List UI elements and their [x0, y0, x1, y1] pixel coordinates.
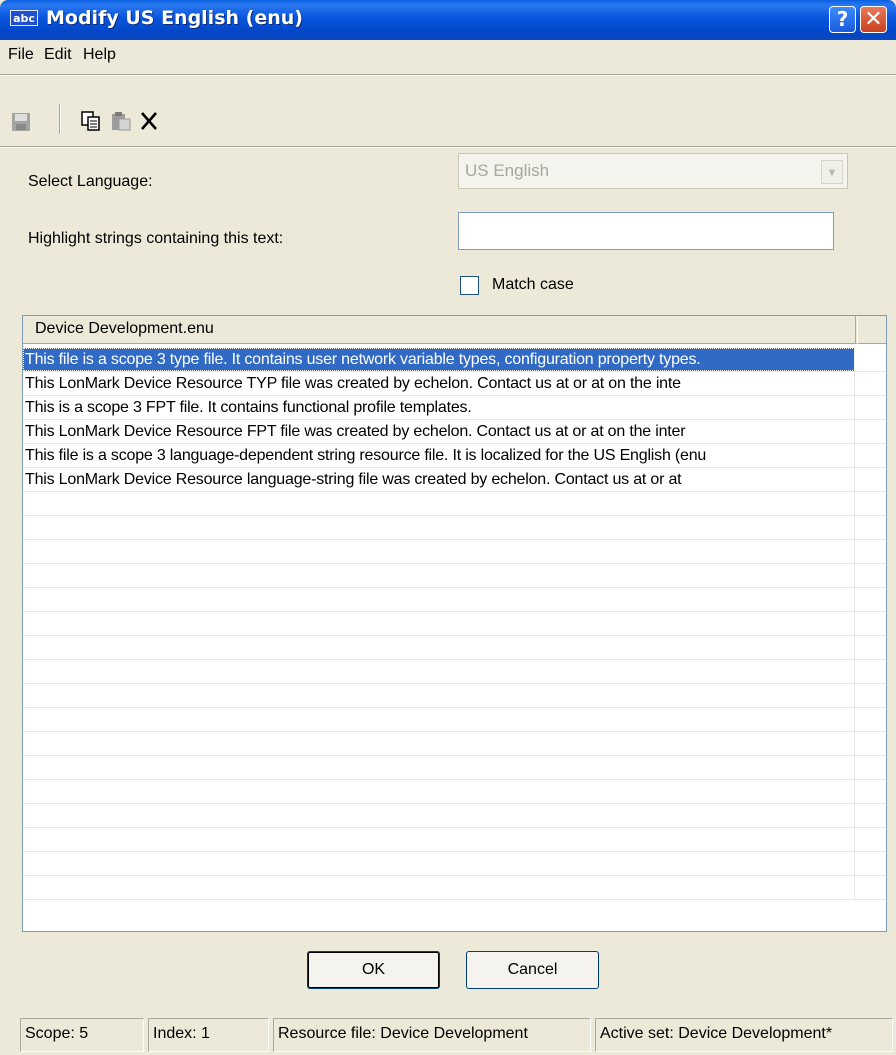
- list-cell: [23, 828, 855, 851]
- select-language-label: Select Language:: [28, 173, 153, 190]
- copy-icon[interactable]: [80, 110, 102, 132]
- language-select-value: US English: [465, 161, 550, 180]
- list-row[interactable]: [23, 660, 886, 684]
- list-row[interactable]: [23, 540, 886, 564]
- list-row[interactable]: [23, 684, 886, 708]
- list-row[interactable]: This is a scope 3 FPT file. It contains …: [23, 396, 886, 420]
- menu-bar: File Edit Help: [0, 40, 896, 74]
- list-rows: This file is a scope 3 type file. It con…: [23, 348, 886, 900]
- match-case-label: Match case: [492, 276, 574, 293]
- list-cell: [23, 540, 855, 563]
- list-row[interactable]: This file is a scope 3 type file. It con…: [23, 348, 886, 372]
- list-row[interactable]: [23, 612, 886, 636]
- list-row[interactable]: [23, 756, 886, 780]
- list-cell: [23, 780, 855, 803]
- abc-icon: abc: [10, 10, 38, 26]
- status-active-set: Active set: Device Development*: [595, 1018, 893, 1052]
- list-row[interactable]: [23, 732, 886, 756]
- list-cell: [23, 492, 855, 515]
- list-cell: This LonMark Device Resource TYP file wa…: [23, 372, 855, 395]
- list-row[interactable]: [23, 636, 886, 660]
- menu-help[interactable]: Help: [83, 46, 116, 64]
- status-bar: Scope: 5 Index: 1 Resource file: Device …: [0, 1010, 896, 1055]
- list-cell: [23, 636, 855, 659]
- list-row[interactable]: [23, 492, 886, 516]
- list-cell: [23, 732, 855, 755]
- list-cell: [23, 852, 855, 875]
- status-index: Index: 1: [148, 1018, 269, 1052]
- title-bar[interactable]: abc Modify US English (enu) ? ✕: [0, 0, 896, 40]
- list-row[interactable]: [23, 852, 886, 876]
- language-select[interactable]: US English ▼: [458, 153, 848, 189]
- list-cell: [23, 564, 855, 587]
- list-row[interactable]: [23, 516, 886, 540]
- column-header-device-development[interactable]: Device Development.enu: [23, 316, 856, 344]
- list-cell: [23, 684, 855, 707]
- list-cell: [23, 516, 855, 539]
- menu-edit[interactable]: Edit: [44, 46, 72, 64]
- string-list[interactable]: Device Development.enu This file is a sc…: [22, 315, 887, 932]
- cancel-button[interactable]: Cancel: [466, 951, 599, 989]
- delete-icon[interactable]: [138, 110, 160, 132]
- list-row[interactable]: [23, 876, 886, 900]
- dialog-window: abc Modify US English (enu) ? ✕ File Edi…: [0, 0, 896, 1055]
- list-row[interactable]: This LonMark Device Resource TYP file wa…: [23, 372, 886, 396]
- status-resource-file: Resource file: Device Development: [273, 1018, 591, 1052]
- list-cell: [23, 612, 855, 635]
- close-button[interactable]: ✕: [860, 6, 887, 33]
- list-cell: [23, 660, 855, 683]
- toolbar-divider: [0, 146, 896, 148]
- list-cell: This LonMark Device Resource FPT file wa…: [23, 420, 855, 443]
- list-cell: [23, 588, 855, 611]
- ok-button[interactable]: OK: [307, 951, 440, 989]
- toolbar-separator: [59, 104, 61, 134]
- list-row[interactable]: [23, 804, 886, 828]
- list-row[interactable]: [23, 708, 886, 732]
- list-cell: This file is a scope 3 language-dependen…: [23, 444, 855, 467]
- window-title: Modify US English (enu): [46, 7, 303, 29]
- list-cell: This LonMark Device Resource language-st…: [23, 468, 855, 491]
- list-cell: [23, 708, 855, 731]
- status-scope: Scope: 5: [20, 1018, 144, 1052]
- list-row[interactable]: This file is a scope 3 language-dependen…: [23, 444, 886, 468]
- paste-icon[interactable]: [110, 110, 132, 132]
- list-cell: This file is a scope 3 type file. It con…: [23, 348, 855, 371]
- chevron-down-icon[interactable]: ▼: [821, 160, 843, 184]
- match-case-checkbox[interactable]: [460, 276, 479, 295]
- list-row[interactable]: This LonMark Device Resource FPT file wa…: [23, 420, 886, 444]
- column-header-empty[interactable]: [857, 316, 886, 344]
- highlight-label: Highlight strings containing this text:: [28, 230, 284, 247]
- list-cell: [23, 876, 855, 899]
- highlight-text-input[interactable]: [458, 212, 834, 250]
- list-row[interactable]: [23, 564, 886, 588]
- list-row[interactable]: [23, 780, 886, 804]
- list-cell: [23, 756, 855, 779]
- list-row[interactable]: [23, 588, 886, 612]
- list-header: Device Development.enu: [23, 316, 886, 344]
- list-row[interactable]: [23, 828, 886, 852]
- save-icon[interactable]: [10, 111, 32, 133]
- list-cell: This is a scope 3 FPT file. It contains …: [23, 396, 855, 419]
- list-row[interactable]: This LonMark Device Resource language-st…: [23, 468, 886, 492]
- toolbar: [0, 76, 896, 146]
- help-button[interactable]: ?: [829, 6, 856, 33]
- menu-file[interactable]: File: [8, 46, 34, 64]
- list-cell: [23, 804, 855, 827]
